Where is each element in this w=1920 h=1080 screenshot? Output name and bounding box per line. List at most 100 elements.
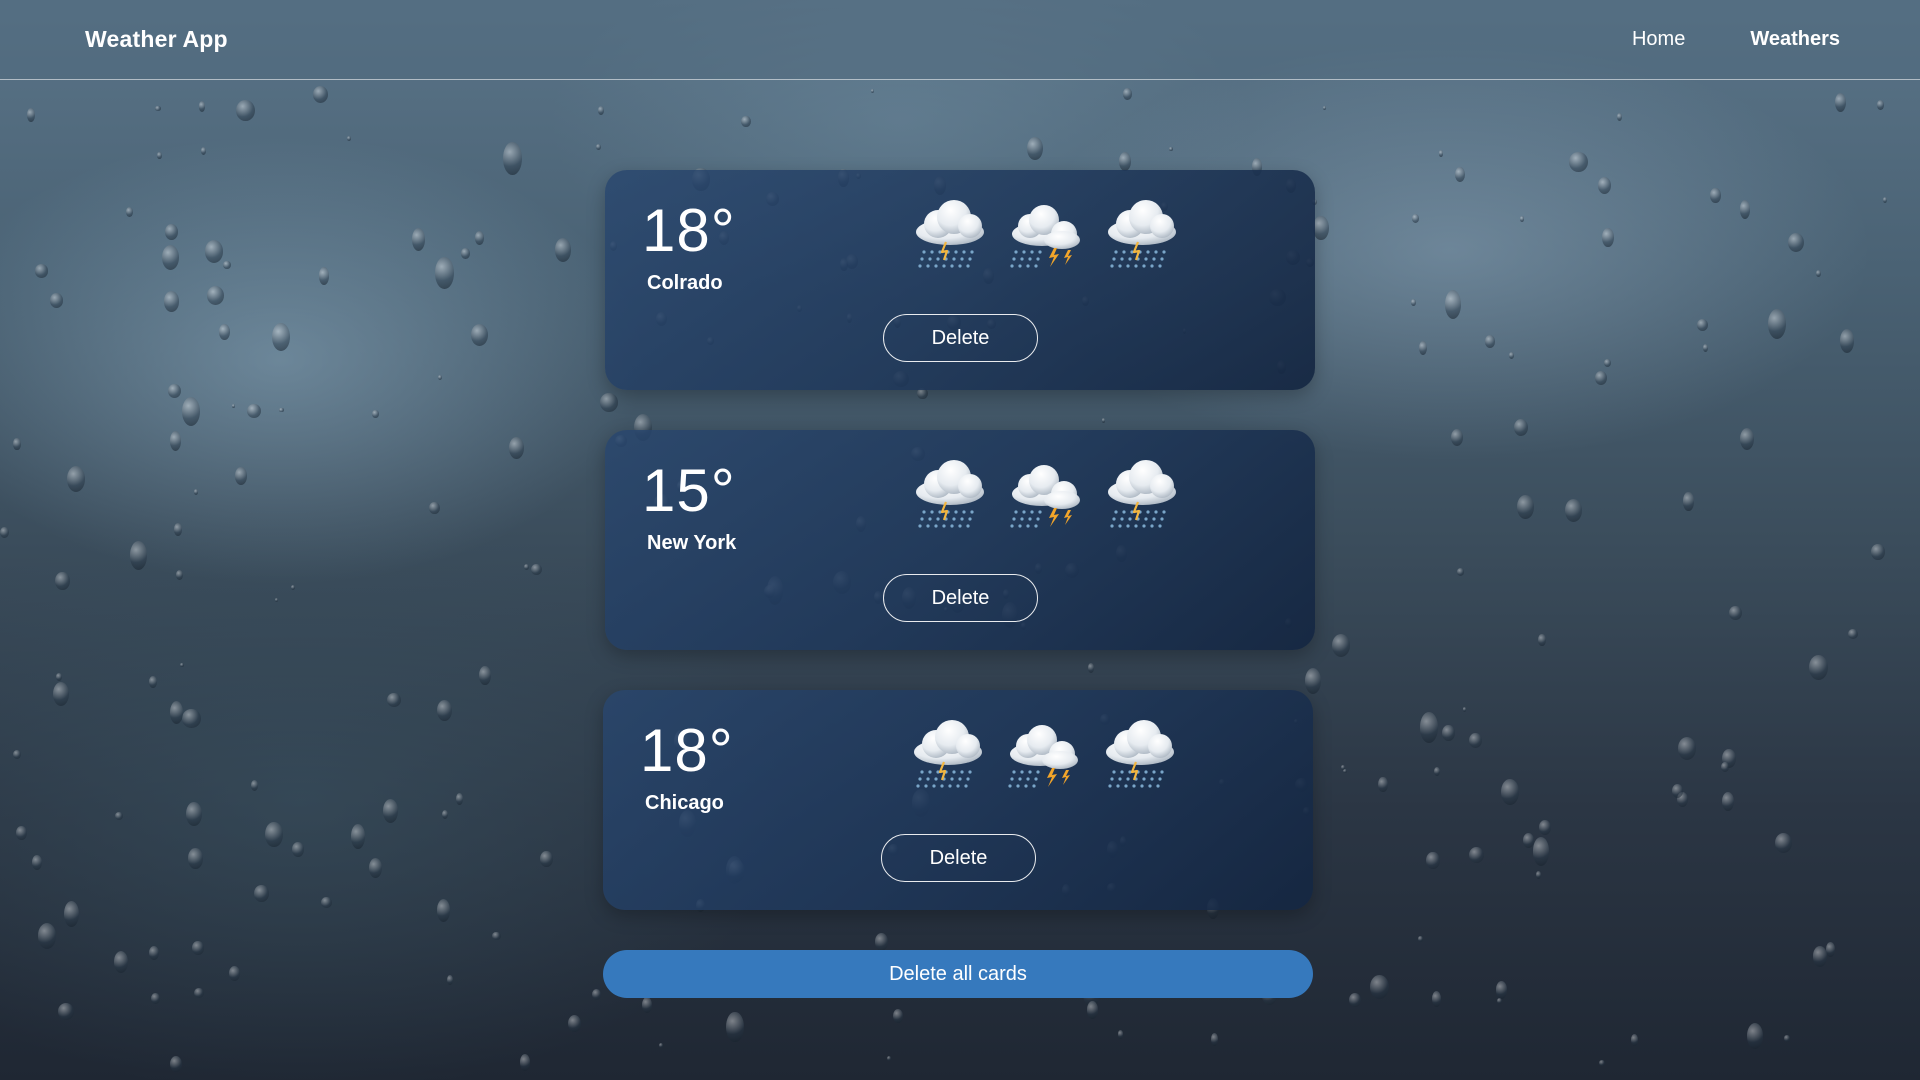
rain-drop	[509, 437, 524, 460]
rain-drop	[411, 227, 426, 251]
rain-drop	[231, 404, 236, 408]
rain-drop	[531, 563, 543, 575]
rain-drop	[1871, 543, 1885, 560]
rain-drop	[1538, 820, 1551, 835]
rain-drop	[223, 260, 232, 270]
rain-drop	[50, 293, 64, 308]
rain-icon	[1102, 192, 1182, 272]
rain-drop	[1444, 289, 1461, 319]
rain-drop	[1696, 318, 1708, 332]
rain-drop	[175, 569, 183, 580]
rain-drop	[658, 1042, 663, 1048]
rain-drop	[1026, 136, 1043, 161]
rain-drop	[318, 267, 329, 285]
rain-drop	[471, 323, 489, 346]
rain-drop	[31, 855, 42, 870]
rain-drop	[182, 709, 201, 728]
rain-drop	[1564, 498, 1583, 523]
rain-drop	[228, 966, 240, 982]
rain-drop	[253, 885, 269, 902]
rain-drop	[1784, 1035, 1791, 1042]
rain-drop	[1418, 936, 1424, 942]
city-name: Chicago	[645, 792, 724, 814]
rain-icon	[908, 712, 988, 792]
rain-drop	[165, 223, 179, 241]
rain-drop	[1434, 767, 1440, 777]
rain-drop	[1603, 358, 1612, 368]
delete-card-button[interactable]: Delete	[881, 834, 1036, 882]
rain-drop	[598, 106, 605, 115]
rain-drop	[246, 403, 262, 419]
rain-drop	[437, 375, 442, 381]
rain-drop	[1497, 998, 1503, 1005]
rain-drop	[1519, 216, 1525, 222]
rain-drop	[1456, 568, 1465, 576]
delete-card-button[interactable]: Delete	[883, 574, 1038, 622]
rain-drop	[595, 144, 601, 150]
rain-icon	[910, 452, 990, 532]
rain-drop	[198, 100, 206, 112]
rain-drop	[193, 489, 199, 496]
rain-drop	[37, 922, 57, 949]
app-title[interactable]: Weather App	[85, 26, 228, 53]
rain-drop	[871, 88, 875, 93]
rain-drop	[1617, 113, 1623, 122]
nav-menu: Home Weathers	[1632, 28, 1840, 51]
rain-drop	[274, 597, 279, 602]
temperature-value: 15°	[642, 457, 736, 524]
rain-drop	[1877, 100, 1884, 110]
nav-weathers-link[interactable]: Weathers	[1750, 28, 1840, 51]
rain-icon	[910, 192, 990, 272]
rain-drop	[523, 563, 529, 570]
forecast-icons	[910, 192, 1182, 272]
rain-drop	[1441, 724, 1455, 742]
rain-drop	[1117, 1030, 1123, 1039]
rain-drop	[250, 779, 258, 791]
thunderstorm-icon	[1004, 712, 1084, 792]
nav-home-link[interactable]: Home	[1632, 28, 1685, 51]
rain-icon	[1102, 452, 1182, 532]
rain-drop	[1812, 946, 1828, 967]
rain-drop	[540, 850, 553, 868]
delete-card-button[interactable]: Delete	[883, 314, 1038, 362]
rain-drop	[436, 700, 452, 721]
rain-drop	[479, 665, 491, 686]
rain-drop	[1343, 768, 1347, 773]
delete-all-cards-button[interactable]: Delete all cards	[603, 950, 1313, 998]
rain-drop	[148, 675, 158, 688]
rain-drop	[1523, 833, 1535, 848]
rain-drop	[372, 410, 379, 419]
rain-drop	[741, 116, 751, 128]
rain-drop	[1815, 270, 1821, 278]
rain-drop	[194, 987, 205, 999]
rain-drop	[1411, 214, 1419, 223]
rain-drop	[1848, 628, 1859, 640]
rain-drop	[1672, 784, 1684, 798]
rain-drop	[1514, 419, 1529, 437]
rain-drop	[1710, 187, 1721, 203]
rain-drop	[236, 99, 255, 122]
rain-drop	[1683, 492, 1694, 511]
temperature-value: 18°	[640, 717, 734, 784]
rain-drop	[155, 105, 162, 112]
thunderstorm-icon	[1006, 452, 1086, 532]
weather-card: 18° Colrado Delete	[605, 170, 1315, 390]
rain-drop	[1535, 870, 1541, 880]
rain-drop	[1349, 992, 1362, 1007]
rain-drop	[1602, 227, 1614, 247]
rain-drop	[1323, 105, 1327, 110]
rain-drop	[1702, 344, 1708, 353]
rain-drop	[567, 1014, 581, 1032]
rain-drop	[1676, 792, 1688, 808]
rain-drop	[1774, 832, 1793, 854]
rain-drop	[52, 681, 70, 706]
rain-drop	[167, 384, 181, 399]
rain-drop	[1426, 851, 1440, 870]
rain-drop	[386, 692, 401, 707]
rain-drop	[55, 572, 70, 591]
forecast-icons	[908, 712, 1180, 792]
rain-drop	[279, 407, 284, 413]
rain-drop	[1341, 764, 1345, 770]
rain-drop	[1677, 737, 1696, 761]
rain-drop	[1370, 975, 1390, 1000]
